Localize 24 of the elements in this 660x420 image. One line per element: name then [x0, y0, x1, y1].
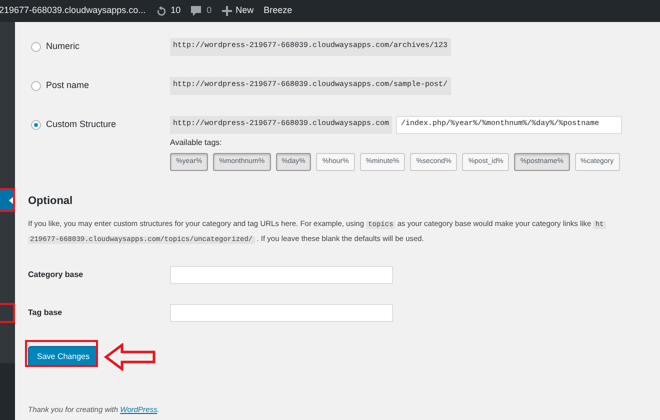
radio-button[interactable]: [31, 81, 41, 91]
comments-count: 0: [206, 4, 212, 18]
highlight-box: [0, 188, 15, 212]
radio-button[interactable]: [31, 120, 41, 130]
option-label: Numeric: [46, 40, 81, 54]
caret-icon: [9, 196, 13, 204]
breeze-link[interactable]: Breeze: [264, 4, 292, 18]
comment-icon[interactable]: [190, 6, 201, 16]
new-link[interactable]: New: [236, 4, 254, 18]
option-label: Post name: [46, 79, 90, 92]
highlight-box: [0, 303, 15, 323]
option-label: Custom Structure: [46, 118, 118, 132]
section-heading: Optional: [28, 194, 74, 209]
plus-icon[interactable]: [222, 6, 232, 16]
text-input[interactable]: [170, 304, 393, 322]
sidebar-lower-panel: [0, 363, 15, 420]
refresh-icon[interactable]: [156, 6, 167, 16]
field-label: Tag base: [28, 306, 64, 318]
text-input[interactable]: [170, 266, 393, 284]
field-label: Category base: [28, 268, 84, 280]
available-tags-label: Available tags:: [170, 137, 223, 149]
radio-button[interactable]: [31, 42, 41, 52]
updates-count: 10: [170, 4, 181, 18]
arrow-icon: [104, 342, 156, 370]
